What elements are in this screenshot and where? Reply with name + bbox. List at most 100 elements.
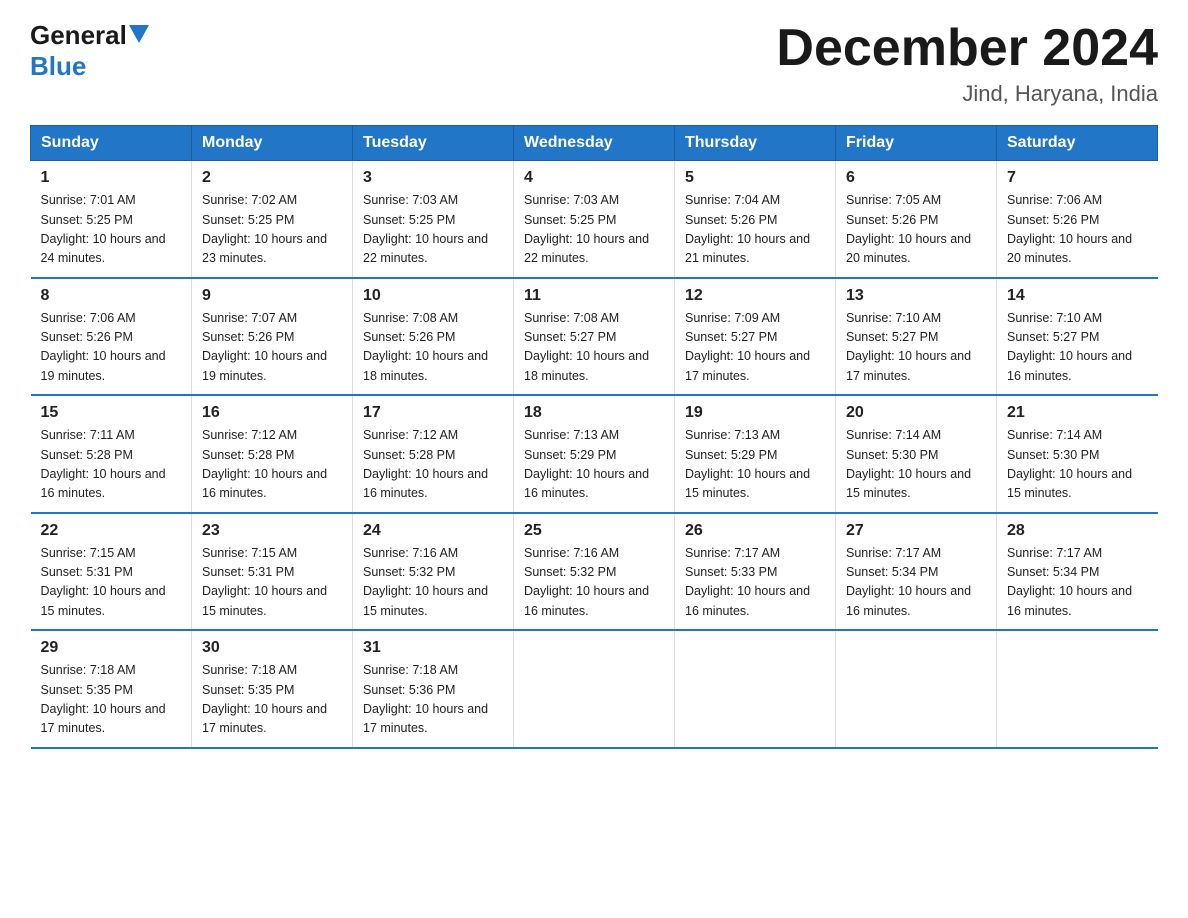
day-number: 30: [202, 639, 342, 657]
day-info: Sunrise: 7:02 AMSunset: 5:25 PMDaylight:…: [202, 191, 342, 269]
day-number: 24: [363, 522, 503, 540]
day-number: 14: [1007, 287, 1148, 305]
calendar-cell: [836, 630, 997, 748]
calendar-cell: 8Sunrise: 7:06 AMSunset: 5:26 PMDaylight…: [31, 278, 192, 396]
calendar-cell: 24 Sunrise: 7:16 AMSunset: 5:32 PMDayligh…: [353, 513, 514, 631]
calendar-week-row: 22 Sunrise: 7:15 AMSunset: 5:31 PMDayligh…: [31, 513, 1158, 631]
calendar-cell: [514, 630, 675, 748]
page-header: General Blue December 2024 Jind, Haryana…: [30, 20, 1158, 107]
calendar-cell: 16 Sunrise: 7:12 AMSunset: 5:28 PMDayligh…: [192, 395, 353, 513]
location-title: Jind, Haryana, India: [776, 81, 1158, 107]
calendar-cell: 20 Sunrise: 7:14 AMSunset: 5:30 PMDayligh…: [836, 395, 997, 513]
calendar-cell: 6 Sunrise: 7:05 AMSunset: 5:26 PMDaylight…: [836, 161, 997, 278]
day-info: Sunrise: 7:08 AMSunset: 5:26 PMDaylight:…: [363, 309, 503, 387]
calendar-week-row: 1 Sunrise: 7:01 AMSunset: 5:25 PMDaylight…: [31, 161, 1158, 278]
calendar-cell: 1 Sunrise: 7:01 AMSunset: 5:25 PMDaylight…: [31, 161, 192, 278]
day-info: Sunrise: 7:12 AMSunset: 5:28 PMDaylight:…: [363, 426, 503, 504]
day-number: 13: [846, 287, 986, 305]
calendar-cell: 17 Sunrise: 7:12 AMSunset: 5:28 PMDayligh…: [353, 395, 514, 513]
day-number: 20: [846, 404, 986, 422]
day-info: Sunrise: 7:18 AMSunset: 5:35 PMDaylight:…: [202, 661, 342, 739]
header-day-thursday: Thursday: [675, 126, 836, 161]
calendar-table: SundayMondayTuesdayWednesdayThursdayFrid…: [30, 125, 1158, 749]
calendar-cell: 11 Sunrise: 7:08 AMSunset: 5:27 PMDayligh…: [514, 278, 675, 396]
day-number: 10: [363, 287, 503, 305]
day-info: Sunrise: 7:08 AMSunset: 5:27 PMDaylight:…: [524, 309, 664, 387]
calendar-cell: 9 Sunrise: 7:07 AMSunset: 5:26 PMDaylight…: [192, 278, 353, 396]
calendar-cell: 14 Sunrise: 7:10 AMSunset: 5:27 PMDayligh…: [997, 278, 1158, 396]
day-number: 18: [524, 404, 664, 422]
day-number: 16: [202, 404, 342, 422]
day-info: Sunrise: 7:16 AMSunset: 5:32 PMDaylight:…: [363, 544, 503, 622]
day-info: Sunrise: 7:10 AMSunset: 5:27 PMDaylight:…: [846, 309, 986, 387]
day-info: Sunrise: 7:17 AMSunset: 5:33 PMDaylight:…: [685, 544, 825, 622]
day-number: 6: [846, 169, 986, 187]
calendar-cell: [675, 630, 836, 748]
calendar-cell: 21 Sunrise: 7:14 AMSunset: 5:30 PMDayligh…: [997, 395, 1158, 513]
day-info: Sunrise: 7:03 AMSunset: 5:25 PMDaylight:…: [363, 191, 503, 269]
header-day-saturday: Saturday: [997, 126, 1158, 161]
logo-triangle-icon: [129, 25, 149, 43]
day-number: 29: [41, 639, 182, 657]
month-title: December 2024: [776, 20, 1158, 77]
calendar-cell: 15 Sunrise: 7:11 AMSunset: 5:28 PMDayligh…: [31, 395, 192, 513]
day-number: 21: [1007, 404, 1148, 422]
calendar-cell: 18 Sunrise: 7:13 AMSunset: 5:29 PMDayligh…: [514, 395, 675, 513]
day-info: Sunrise: 7:18 AMSunset: 5:35 PMDaylight:…: [41, 661, 182, 739]
day-number: 11: [524, 287, 664, 305]
day-number: 17: [363, 404, 503, 422]
calendar-cell: 7 Sunrise: 7:06 AMSunset: 5:26 PMDaylight…: [997, 161, 1158, 278]
calendar-cell: 31 Sunrise: 7:18 AMSunset: 5:36 PMDayligh…: [353, 630, 514, 748]
day-info: Sunrise: 7:10 AMSunset: 5:27 PMDaylight:…: [1007, 309, 1148, 387]
header-day-wednesday: Wednesday: [514, 126, 675, 161]
calendar-cell: 3 Sunrise: 7:03 AMSunset: 5:25 PMDaylight…: [353, 161, 514, 278]
logo: General Blue: [30, 20, 149, 82]
calendar-cell: 19Sunrise: 7:13 AMSunset: 5:29 PMDayligh…: [675, 395, 836, 513]
day-info: Sunrise: 7:15 AMSunset: 5:31 PMDaylight:…: [41, 544, 182, 622]
day-info: Sunrise: 7:12 AMSunset: 5:28 PMDaylight:…: [202, 426, 342, 504]
day-number: 5: [685, 169, 825, 187]
day-number: 22: [41, 522, 182, 540]
calendar-cell: 5Sunrise: 7:04 AMSunset: 5:26 PMDaylight…: [675, 161, 836, 278]
calendar-cell: 4Sunrise: 7:03 AMSunset: 5:25 PMDaylight…: [514, 161, 675, 278]
day-number: 9: [202, 287, 342, 305]
calendar-cell: 2 Sunrise: 7:02 AMSunset: 5:25 PMDaylight…: [192, 161, 353, 278]
day-number: 31: [363, 639, 503, 657]
day-number: 12: [685, 287, 825, 305]
calendar-cell: [997, 630, 1158, 748]
title-block: December 2024 Jind, Haryana, India: [776, 20, 1158, 107]
day-info: Sunrise: 7:14 AMSunset: 5:30 PMDaylight:…: [846, 426, 986, 504]
calendar-cell: 12 Sunrise: 7:09 AMSunset: 5:27 PMDayligh…: [675, 278, 836, 396]
header-day-tuesday: Tuesday: [353, 126, 514, 161]
day-info: Sunrise: 7:06 AMSunset: 5:26 PMDaylight:…: [1007, 191, 1148, 269]
day-info: Sunrise: 7:17 AMSunset: 5:34 PMDaylight:…: [1007, 544, 1148, 622]
day-number: 19: [685, 404, 825, 422]
day-info: Sunrise: 7:06 AMSunset: 5:26 PMDaylight:…: [41, 309, 182, 387]
day-number: 25: [524, 522, 664, 540]
calendar-week-row: 8Sunrise: 7:06 AMSunset: 5:26 PMDaylight…: [31, 278, 1158, 396]
day-number: 15: [41, 404, 182, 422]
calendar-cell: 27Sunrise: 7:17 AMSunset: 5:34 PMDayligh…: [836, 513, 997, 631]
calendar-cell: 28Sunrise: 7:17 AMSunset: 5:34 PMDayligh…: [997, 513, 1158, 631]
calendar-week-row: 29 Sunrise: 7:18 AMSunset: 5:35 PMDayligh…: [31, 630, 1158, 748]
calendar-cell: 26Sunrise: 7:17 AMSunset: 5:33 PMDayligh…: [675, 513, 836, 631]
calendar-week-row: 15 Sunrise: 7:11 AMSunset: 5:28 PMDayligh…: [31, 395, 1158, 513]
day-number: 23: [202, 522, 342, 540]
calendar-cell: 29 Sunrise: 7:18 AMSunset: 5:35 PMDayligh…: [31, 630, 192, 748]
logo-blue-text: Blue: [30, 51, 86, 82]
header-day-monday: Monday: [192, 126, 353, 161]
day-number: 2: [202, 169, 342, 187]
day-info: Sunrise: 7:14 AMSunset: 5:30 PMDaylight:…: [1007, 426, 1148, 504]
day-info: Sunrise: 7:09 AMSunset: 5:27 PMDaylight:…: [685, 309, 825, 387]
logo-general-text: General: [30, 20, 127, 51]
day-info: Sunrise: 7:18 AMSunset: 5:36 PMDaylight:…: [363, 661, 503, 739]
day-number: 7: [1007, 169, 1148, 187]
day-info: Sunrise: 7:13 AMSunset: 5:29 PMDaylight:…: [524, 426, 664, 504]
day-info: Sunrise: 7:03 AMSunset: 5:25 PMDaylight:…: [524, 191, 664, 269]
day-number: 1: [41, 169, 182, 187]
day-info: Sunrise: 7:01 AMSunset: 5:25 PMDaylight:…: [41, 191, 182, 269]
day-number: 3: [363, 169, 503, 187]
day-info: Sunrise: 7:05 AMSunset: 5:26 PMDaylight:…: [846, 191, 986, 269]
day-info: Sunrise: 7:07 AMSunset: 5:26 PMDaylight:…: [202, 309, 342, 387]
day-info: Sunrise: 7:11 AMSunset: 5:28 PMDaylight:…: [41, 426, 182, 504]
